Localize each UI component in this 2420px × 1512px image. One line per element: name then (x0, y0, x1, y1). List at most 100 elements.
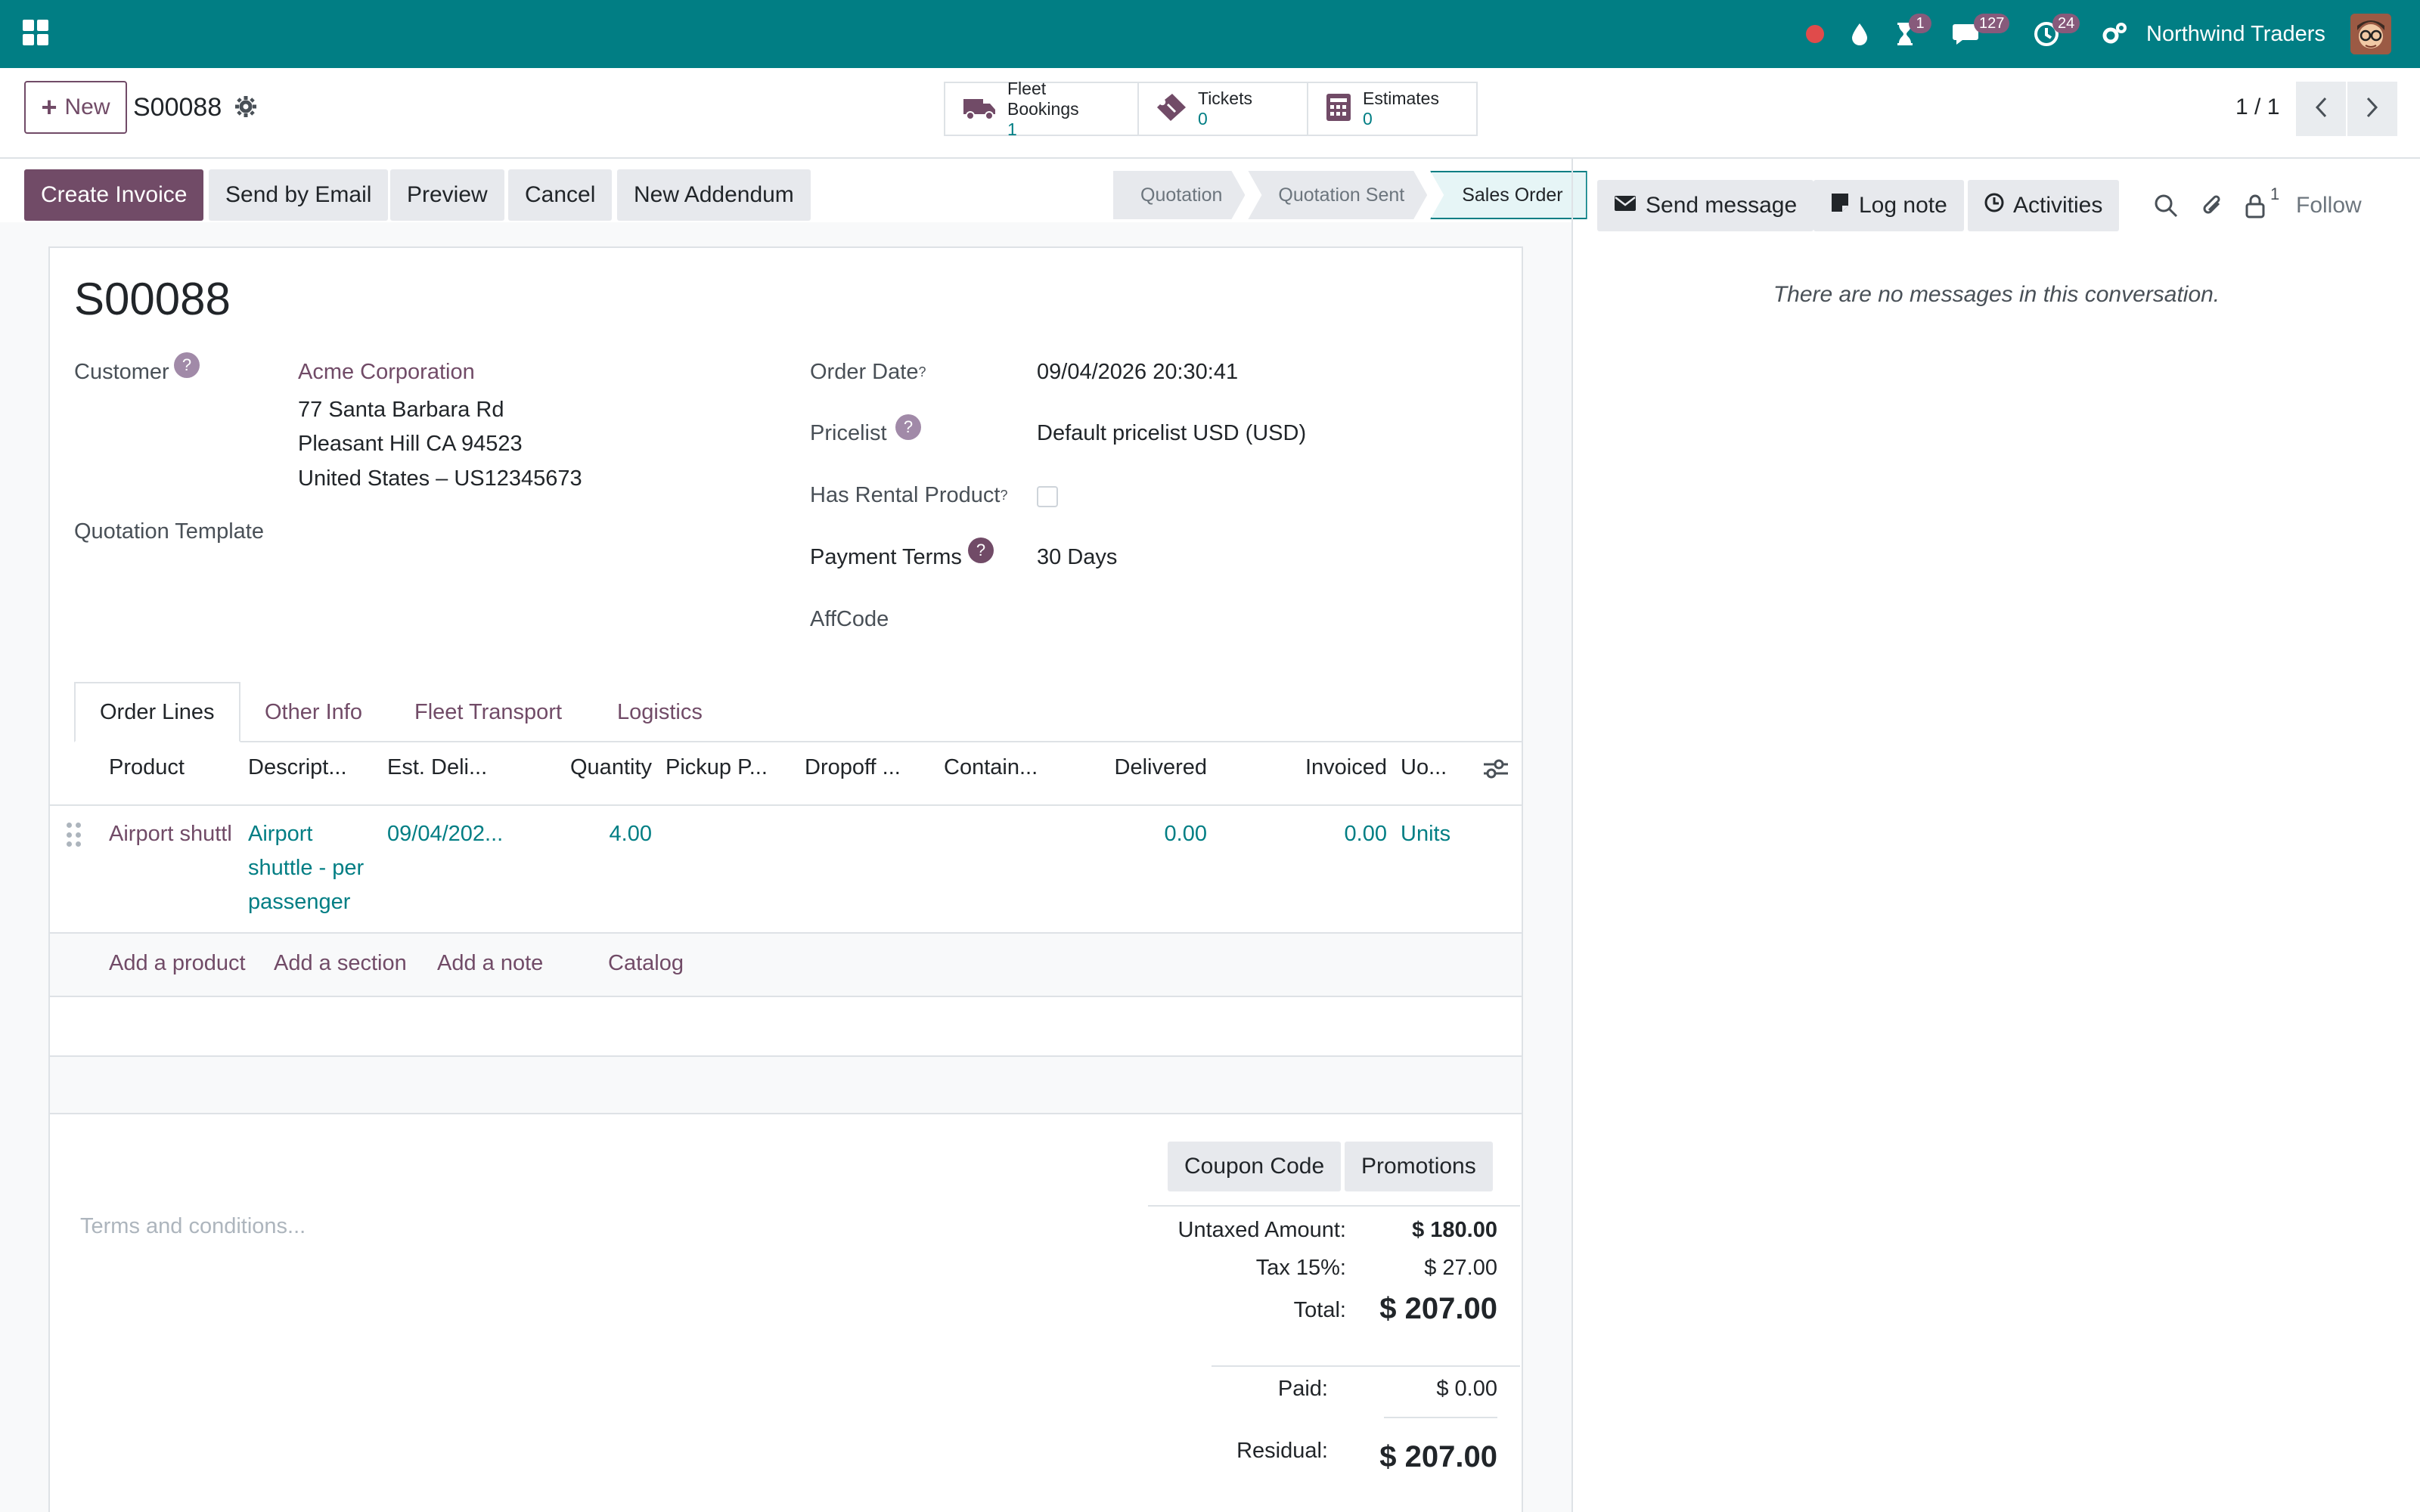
fleet-bookings-count: 1 (1007, 119, 1017, 139)
column-product[interactable]: Product (109, 744, 185, 791)
tickets-label: Tickets (1198, 88, 1252, 108)
pricelist-help-icon[interactable]: ? (895, 414, 921, 440)
line-uom[interactable]: Units (1401, 817, 1450, 850)
residual-divider (1384, 1417, 1497, 1418)
header-divider (50, 804, 1522, 806)
coupon-code-button[interactable]: Coupon Code (1168, 1142, 1342, 1191)
messages-icon[interactable]: 127 (1951, 14, 2010, 50)
line-product[interactable]: Airport shuttl (109, 817, 232, 850)
apps-menu-icon[interactable] (23, 20, 48, 45)
pricelist-value[interactable]: Default pricelist USD (USD) (1037, 417, 1306, 450)
clock-icon (1984, 193, 2004, 218)
truck-icon (962, 94, 997, 124)
column-invoiced[interactable]: Invoiced (1258, 744, 1387, 791)
settings-cogs-icon[interactable] (2101, 18, 2128, 50)
tab-fleet-transport[interactable]: Fleet Transport (390, 682, 586, 742)
order-date-value[interactable]: 09/04/2026 20:30:41 (1037, 355, 1238, 389)
paperclip-icon[interactable] (2201, 191, 2225, 221)
tab-logistics[interactable]: Logistics (593, 682, 727, 742)
chevron-right-icon (2366, 96, 2379, 122)
control-panel-divider (0, 157, 2420, 159)
activities-badge: 1 (1909, 14, 1931, 33)
customer-label: Customer (74, 360, 169, 384)
column-uom[interactable]: Uo... (1401, 744, 1447, 791)
total-label: Total: (1293, 1298, 1346, 1322)
customer-address-line1: 77 Santa Barbara Rd (298, 398, 504, 422)
column-dropoff[interactable]: Dropoff ... (805, 744, 901, 791)
send-by-email-button[interactable]: Send by Email (209, 169, 389, 221)
clock-icon[interactable]: 24 (2033, 14, 2080, 50)
customer-link[interactable]: Acme Corporation (298, 355, 475, 389)
calculator-icon (1325, 92, 1352, 126)
lock-icon[interactable] (2245, 191, 2266, 221)
row-divider (50, 996, 1522, 997)
recording-icon[interactable] (1804, 18, 1826, 50)
clock-badge: 24 (2052, 14, 2080, 33)
stage-quotation[interactable]: Quotation (1113, 171, 1245, 219)
pager-next-button[interactable] (2347, 82, 2397, 136)
company-switcher[interactable]: Northwind Traders (2146, 18, 2325, 50)
has-rental-checkbox[interactable] (1037, 486, 1058, 507)
paid-label: Paid: (1277, 1377, 1328, 1401)
tab-order-lines[interactable]: Order Lines (74, 682, 240, 742)
tickets-button[interactable]: Tickets 0 (1139, 83, 1308, 135)
column-delivered[interactable]: Delivered (1081, 744, 1208, 791)
activities-button[interactable]: Activities (1968, 180, 2120, 231)
line-est-delivery[interactable]: 09/04/202... (387, 817, 503, 850)
optional-columns-icon[interactable] (1482, 759, 1509, 782)
column-quantity[interactable]: Quantity (552, 744, 652, 791)
tax-label: Tax 15%: (1255, 1256, 1346, 1280)
activity-timer-icon[interactable]: 1 (1892, 14, 1931, 50)
create-invoice-button[interactable]: Create Invoice (24, 169, 204, 221)
line-description-2[interactable]: shuttle - per (248, 851, 364, 885)
line-description-1[interactable]: Airport (248, 817, 312, 850)
fleet-bookings-label: Fleet Bookings (1007, 78, 1079, 119)
quotation-template-label: Quotation Template (74, 519, 264, 544)
new-button[interactable]: + New (24, 81, 127, 134)
fleet-bookings-button[interactable]: Fleet Bookings 1 (945, 79, 1139, 139)
empty-row (50, 1057, 1522, 1113)
add-note-link[interactable]: Add a note (437, 947, 543, 980)
column-est-delivery[interactable]: Est. Deli... (387, 744, 487, 791)
customer-address-line2: Pleasant Hill CA 94523 (298, 432, 523, 456)
payment-terms-value[interactable]: 30 Days (1037, 541, 1117, 574)
add-product-link[interactable]: Add a product (109, 947, 246, 980)
cancel-button[interactable]: Cancel (508, 169, 613, 221)
paid-divider (1212, 1365, 1520, 1367)
line-quantity[interactable]: 4.00 (552, 817, 652, 850)
empty-chatter-message: There are no messages in this conversati… (1773, 282, 2220, 307)
has-rental-label: Has Rental Product? (810, 483, 1008, 507)
terms-conditions-field[interactable]: Terms and conditions... (80, 1211, 306, 1241)
payment-terms-help-icon[interactable]: ? (968, 538, 994, 563)
stage-quotation-sent[interactable]: Quotation Sent (1248, 171, 1427, 219)
order-date-label: Order Date? (810, 360, 926, 384)
stage-sales-order[interactable]: Sales Order (1430, 171, 1587, 219)
total-value: $ 207.00 (1379, 1292, 1497, 1325)
add-section-link[interactable]: Add a section (274, 947, 407, 980)
pager-value[interactable]: 1 / 1 (2235, 89, 2279, 125)
promotions-button[interactable]: Promotions (1345, 1142, 1493, 1191)
column-pickup[interactable]: Pickup P... (666, 744, 768, 791)
follow-button[interactable]: Follow (2296, 189, 2362, 222)
drag-handle-icon[interactable] (67, 823, 83, 848)
customer-help-icon[interactable]: ? (174, 352, 200, 378)
send-message-button[interactable]: Send message (1597, 180, 1814, 231)
column-container[interactable]: Contain... (944, 744, 1038, 791)
line-delivered[interactable]: 0.00 (1081, 817, 1207, 850)
preview-button[interactable]: Preview (390, 169, 504, 221)
tab-other-info[interactable]: Other Info (240, 682, 386, 742)
user-avatar[interactable] (2350, 14, 2391, 54)
pager-previous-button[interactable] (2296, 82, 2346, 136)
untaxed-amount-value: $ 180.00 (1412, 1218, 1497, 1242)
drop-icon[interactable] (1848, 18, 1871, 50)
catalog-link[interactable]: Catalog (608, 947, 684, 980)
line-invoiced[interactable]: 0.00 (1258, 817, 1387, 850)
column-description[interactable]: Descript... (248, 744, 347, 791)
new-addendum-button[interactable]: New Addendum (617, 169, 811, 221)
gear-icon[interactable] (234, 95, 257, 118)
activities-label: Activities (2013, 193, 2103, 218)
log-note-button[interactable]: Log note (1813, 180, 1964, 231)
line-description-3[interactable]: passenger (248, 885, 350, 919)
search-icon[interactable] (2154, 191, 2178, 221)
estimates-button[interactable]: Estimates 0 (1308, 83, 1476, 135)
